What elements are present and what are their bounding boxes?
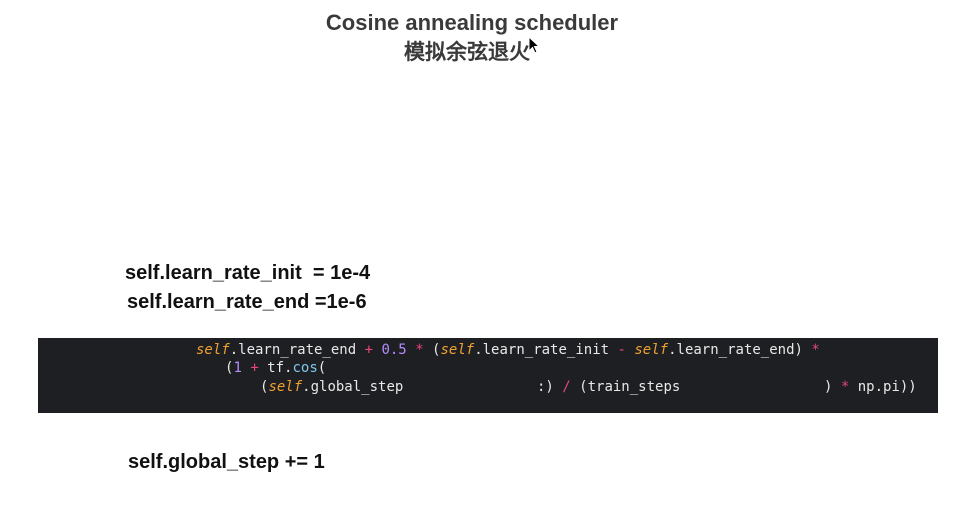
code-token: + — [364, 342, 374, 358]
code-token: self — [440, 342, 475, 358]
mouse-pointer-icon — [528, 36, 540, 54]
code-token: cos — [292, 360, 318, 376]
code-token: :) — [537, 379, 554, 395]
code-line-2: (1 + tf.cos( — [225, 359, 326, 378]
code-block: self.learn_rate_end + 0.5 * (self.learn_… — [38, 338, 938, 413]
global-step-line: self.global_step += 1 — [128, 451, 325, 473]
code-token: self — [634, 342, 669, 358]
code-line-3-start: (self.global_step — [260, 378, 403, 397]
code-token: tf. — [258, 360, 293, 376]
code-token: ( — [317, 360, 327, 376]
code-token: .learn_rate_end) — [668, 342, 812, 358]
code-token: 1 — [233, 360, 242, 376]
learn-rate-end-line: self.learn_rate_end =1e-6 — [127, 291, 367, 313]
code-token: (train_steps — [570, 379, 681, 395]
code-token: np.pi)) — [849, 379, 917, 395]
code-token: - — [617, 342, 626, 358]
code-token: ( — [423, 342, 441, 358]
code-token: 0.5 — [381, 342, 407, 358]
code-line-3-end: ) * np.pi)) — [824, 378, 917, 397]
learn-rate-init-line: self.learn_rate_init = 1e-4 — [125, 262, 371, 284]
code-token: + — [250, 360, 259, 376]
slide: Cosine annealing scheduler 模拟余弦退火 self.l… — [0, 0, 954, 507]
code-line-3-middle: :) / (train_steps — [537, 378, 680, 397]
slide-title: Cosine annealing scheduler — [325, 10, 619, 35]
code-token: self — [196, 342, 230, 358]
code-token: * — [415, 342, 424, 358]
slide-subtitle: 模拟余弦退火 — [404, 41, 530, 64]
code-token: * — [811, 342, 820, 358]
code-line-1: self.learn_rate_end + 0.5 * (self.learn_… — [196, 341, 820, 360]
code-token: self — [268, 379, 303, 395]
code-token: .learn_rate_end — [229, 342, 365, 358]
code-token: .global_step — [302, 379, 404, 395]
code-token: ) — [824, 379, 841, 395]
code-token: / — [562, 379, 571, 395]
code-token: .learn_rate_init — [474, 342, 618, 358]
